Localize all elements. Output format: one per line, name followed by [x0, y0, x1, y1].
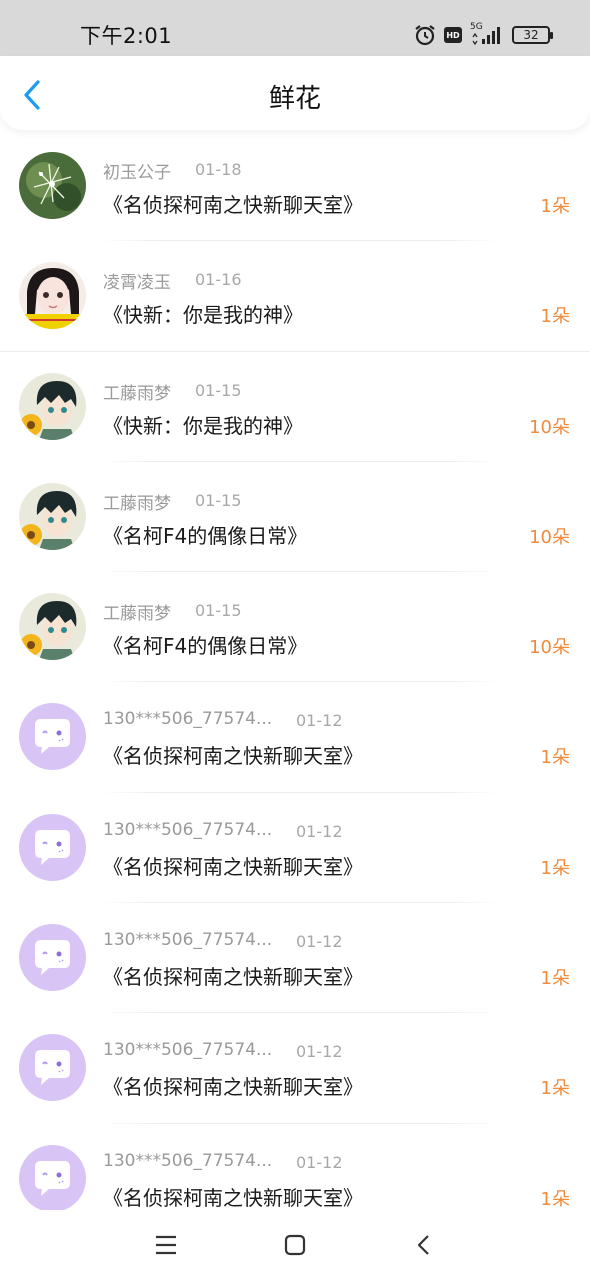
header: 鲜花 — [0, 56, 590, 130]
list-item[interactable]: 凌霄凌玉 01-16 《快新：你是我的神》 1朵 — [0, 241, 590, 352]
flower-count: 1朵 — [540, 747, 570, 769]
status-bar: 下午2:01 HD 5G 32 — [0, 0, 590, 56]
book-title: 《名柯F4的偶像日常》 — [103, 523, 308, 548]
user-name: 130***506_77574... — [103, 930, 273, 951]
book-title: 《名柯F4的偶像日常》 — [103, 634, 308, 659]
flower-count: 10朵 — [529, 637, 570, 659]
gift-date: 01-12 — [296, 1152, 343, 1172]
flower-count: 1朵 — [540, 968, 570, 990]
battery-icon: 32 — [512, 26, 553, 44]
user-name: 130***506_77574... — [103, 1150, 273, 1171]
gift-date: 01-12 — [296, 821, 343, 841]
chat-bubble-avatar[interactable] — [19, 1144, 86, 1212]
chat-bubble-avatar[interactable] — [19, 703, 86, 771]
user-name: 130***506_77574... — [103, 1040, 273, 1061]
menu-icon[interactable] — [153, 1232, 179, 1258]
list-item[interactable]: 初玉公子 01-18 《名侦探柯南之快新聊天室》 1朵 — [0, 131, 590, 242]
chat-bubble-avatar[interactable] — [19, 1034, 86, 1102]
book-title: 《快新：你是我的神》 — [103, 303, 303, 328]
chat-bubble-avatar[interactable] — [19, 924, 86, 992]
list-item[interactable]: 工藤雨梦 01-15 《名柯F4的偶像日常》 10朵 — [0, 572, 590, 683]
flower-count: 1朵 — [540, 857, 570, 879]
hd-icon: HD — [444, 27, 462, 43]
flower-count: 1朵 — [540, 306, 570, 328]
anime-boy-avatar[interactable] — [19, 372, 86, 440]
gift-date: 01-16 — [195, 270, 242, 290]
book-title: 《名侦探柯南之快新聊天室》 — [103, 854, 363, 879]
system-nav-bar — [0, 1210, 590, 1280]
anime-boy-avatar[interactable] — [19, 482, 86, 550]
gift-date: 01-12 — [296, 932, 343, 952]
gift-date: 01-12 — [296, 711, 343, 731]
flower-count: 1朵 — [540, 1078, 570, 1100]
gift-date: 01-18 — [195, 160, 242, 179]
flower-list: 初玉公子 01-18 《名侦探柯南之快新聊天室》 1朵 凌霄凌玉 01-16 《… — [0, 131, 590, 1234]
user-name: 初玉公子 — [103, 163, 171, 183]
user-name: 凌霄凌玉 — [103, 273, 171, 294]
girl-avatar[interactable] — [19, 262, 86, 330]
gift-date: 01-15 — [195, 380, 242, 400]
flower-count: 1朵 — [540, 196, 570, 217]
list-item[interactable]: 130***506_77574... 01-12 《名侦探柯南之快新聊天室》 1… — [0, 903, 590, 1014]
chat-bubble-avatar[interactable] — [19, 813, 86, 881]
book-title: 《名侦探柯南之快新聊天室》 — [103, 1185, 363, 1210]
book-title: 《名侦探柯南之快新聊天室》 — [103, 193, 363, 217]
anime-boy-avatar[interactable] — [19, 593, 86, 661]
alarm-icon — [414, 24, 436, 46]
list-item[interactable]: 工藤雨梦 01-15 《快新：你是我的神》 10朵 — [0, 352, 590, 462]
list-item[interactable]: 130***506_77574... 01-12 《名侦探柯南之快新聊天室》 1… — [0, 793, 590, 904]
gift-date: 01-15 — [195, 601, 242, 621]
signal-5g-icon: 5G — [470, 22, 504, 46]
status-icons: HD 5G 32 — [414, 20, 553, 50]
list-item[interactable]: 130***506_77574... 01-12 《名侦探柯南之快新聊天室》 1… — [0, 1013, 590, 1124]
flower-count: 1朵 — [540, 1188, 570, 1210]
flower-count: 10朵 — [529, 416, 570, 438]
back-icon[interactable] — [411, 1232, 437, 1258]
user-name: 130***506_77574... — [103, 819, 273, 840]
list-item[interactable]: 工藤雨梦 01-15 《名柯F4的偶像日常》 10朵 — [0, 462, 590, 573]
book-title: 《名侦探柯南之快新聊天室》 — [103, 744, 363, 769]
home-icon[interactable] — [282, 1232, 308, 1258]
book-title: 《名侦探柯南之快新聊天室》 — [103, 1075, 363, 1100]
flower-count: 10朵 — [529, 526, 570, 548]
book-title: 《名侦探柯南之快新聊天室》 — [103, 965, 363, 990]
nature-avatar[interactable] — [19, 152, 86, 219]
book-title: 《快新：你是我的神》 — [103, 413, 303, 438]
user-name: 工藤雨梦 — [103, 493, 171, 514]
list-item[interactable]: 130***506_77574... 01-12 《名侦探柯南之快新聊天室》 1… — [0, 682, 590, 793]
page-title: 鲜花 — [268, 84, 321, 114]
gift-date: 01-15 — [195, 490, 242, 510]
user-name: 工藤雨梦 — [103, 383, 171, 404]
status-time: 下午2:01 — [80, 24, 173, 48]
user-name: 工藤雨梦 — [103, 604, 171, 625]
gift-date: 01-12 — [296, 1042, 343, 1062]
user-name: 130***506_77574... — [103, 709, 273, 730]
